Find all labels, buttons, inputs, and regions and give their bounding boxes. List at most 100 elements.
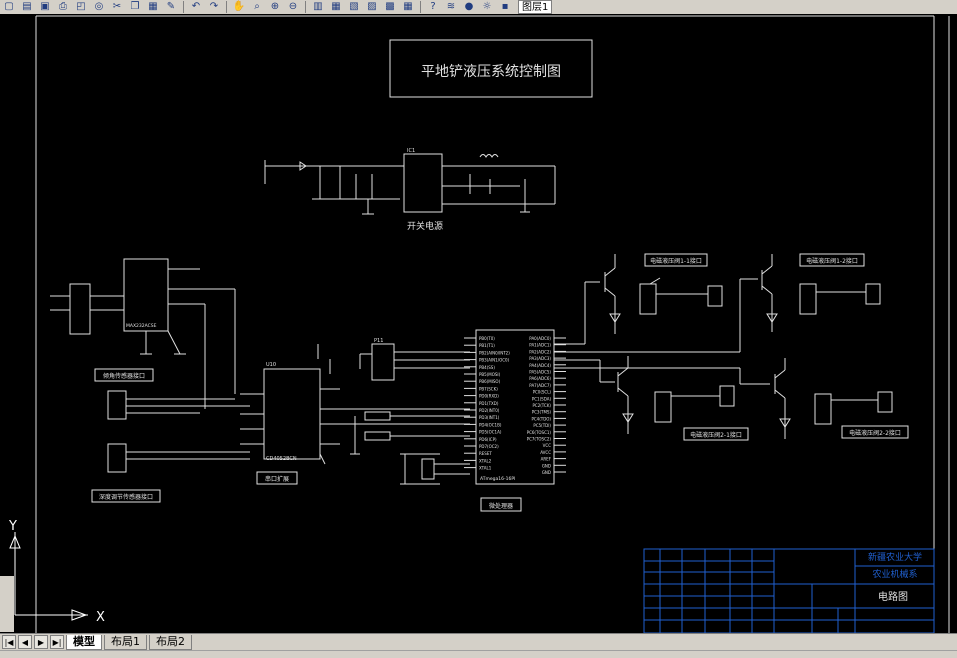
prev-tab-button[interactable]: ◀	[18, 635, 32, 649]
properties-icon[interactable]: ▥	[311, 1, 325, 13]
properties-panel-stub[interactable]	[0, 576, 14, 632]
mcu-left-pin-label: PD0(RXD)	[479, 394, 499, 399]
help-icon[interactable]: ?	[426, 1, 440, 13]
standard-toolbar: ▢ ▤ ▣ ⎙ ◰ ◎ ✂ ❐ ▦ ✎ ↶ ↷ ✋ ⌕ ⊕ ⊖ ▥ ▦ ▧ ▨ ▩ ▦? ≋ ● ☼ ▪ 图层1	[0, 0, 957, 15]
cut-icon[interactable]: ✂	[110, 1, 124, 13]
mcu-right-pin-label: PC5(TDI)	[533, 423, 551, 428]
toolbar-separator	[226, 1, 227, 13]
mcu-right-pin-label: PC0(SCL)	[533, 390, 552, 395]
first-tab-button[interactable]: |◀	[2, 635, 16, 649]
calculator-icon[interactable]: ▦	[401, 1, 415, 13]
last-tab-button[interactable]: ▶|	[50, 635, 64, 649]
toolbar-separator	[420, 1, 421, 13]
matchprop-icon[interactable]: ✎	[164, 1, 178, 13]
designcenter-icon[interactable]: ▦	[329, 1, 343, 13]
preview-icon[interactable]: ◰	[74, 1, 88, 13]
sheetset-icon[interactable]: ▨	[365, 1, 379, 13]
drawing-canvas[interactable]: 平地铲液压系统控制图 IC1 开关电源 MAX232ACSE 倾角传感器接口 深…	[0, 14, 957, 633]
max232-box	[123, 258, 169, 332]
lock-icon[interactable]: ▪	[498, 1, 512, 13]
crystal-section	[400, 453, 470, 485]
mcu-right-pin-label: PC3(TMS)	[532, 410, 552, 415]
mcu-right-pin-label: PA7(ADC7)	[529, 383, 551, 388]
mcu-left-pin-label: PB7(SCK)	[479, 386, 498, 391]
drawing-title: 平地铲液压系统控制图	[421, 64, 561, 80]
p11-label: P11	[374, 338, 383, 344]
crystal	[421, 458, 435, 480]
tab-model[interactable]: 模型	[66, 634, 102, 650]
rs232-section: MAX232ACSE	[50, 258, 236, 409]
mcu-right-pin-label: PA2(ADC2)	[529, 349, 551, 354]
mcu-right-pin-label: VCC	[543, 443, 552, 448]
new-icon[interactable]: ▢	[2, 1, 16, 13]
schematic-drawing: 平地铲液压系统控制图 IC1 开关电源 MAX232ACSE 倾角传感器接口 深…	[8, 15, 950, 633]
isp-header-section: P11	[317, 338, 470, 455]
undo-icon[interactable]: ↶	[189, 1, 203, 13]
layout-tab-bar: |◀ ◀ ▶ ▶| 模型 布局1 布局2	[0, 633, 957, 650]
paste-icon[interactable]: ▦	[146, 1, 160, 13]
sensor2-label: 深度调节传感器接口	[99, 493, 153, 501]
cd4052-label: CD4052BCN	[266, 456, 297, 462]
db9-connector	[69, 283, 91, 335]
print-icon[interactable]: ⎙	[56, 1, 70, 13]
bulb-icon[interactable]: ●	[462, 1, 476, 13]
toolpalette-icon[interactable]: ▧	[347, 1, 361, 13]
tab-layout2[interactable]: 布局2	[149, 634, 192, 650]
mcu-part-label: ATmega16-16PI	[480, 476, 515, 482]
mcu-right-pin-label: PA1(ADC1)	[529, 343, 551, 348]
toolbar-separator	[305, 1, 306, 13]
title-block-dept: 农业机械系	[872, 568, 917, 580]
zoom-realtime-icon[interactable]: ⌕	[250, 1, 264, 13]
mcu-section: ATmega16-16PI PB0(T0) PB1(T1) PB2(AIN0/INT…	[464, 329, 566, 485]
mcu-right-pin-label: PA4(ADC4)	[529, 363, 551, 368]
publish-icon[interactable]: ◎	[92, 1, 106, 13]
mcu-right-pin-label: PC7(TOSC2)	[527, 437, 552, 442]
mcu-right-pin-label: AVCC	[540, 450, 551, 455]
zoom-window-icon[interactable]: ⊕	[268, 1, 282, 13]
power-supply-label: 开关电源	[407, 220, 443, 232]
mcu-left-pin-label: XTAL1	[479, 466, 492, 471]
valve22-label: 电磁液压阀2-2接口	[849, 429, 901, 437]
sensor2-connector	[107, 443, 127, 473]
valve-driver-section: 电磁液压阀1-1接口 电磁液压阀1-2接口 电磁液压阀2-1接口 电磁液压阀2-…	[554, 253, 909, 441]
tab-layout1[interactable]: 布局1	[104, 634, 147, 650]
mcu-right-pin-label: PC6(TOSC1)	[527, 430, 552, 435]
sensor-section: 倾角传感器接口 深度调节传感器接口	[91, 368, 250, 503]
ucs-y-label: Y	[8, 519, 17, 534]
mcu-left-pin-label: PB1(T1)	[479, 343, 495, 348]
mcu-left-pin-label: PD1(TXD)	[479, 401, 499, 406]
next-tab-button[interactable]: ▶	[34, 635, 48, 649]
mcu-right-pin-label: AREF	[541, 457, 552, 462]
power-supply-section: IC1 开关电源	[264, 148, 556, 232]
max232-label: MAX232ACSE	[126, 323, 157, 329]
ucs-x-label: X	[96, 610, 105, 625]
save-icon[interactable]: ▣	[38, 1, 52, 13]
mcu-right-pin-label: PC1(SDA)	[532, 396, 552, 401]
mcu-left-pin-label: PB0(T0)	[479, 336, 495, 341]
mcu-left-pin-label: PB5(MOSI)	[479, 372, 501, 377]
pan-icon[interactable]: ✋	[232, 1, 246, 13]
sensor1-label: 倾角传感器接口	[103, 372, 145, 380]
mcu-right-pin-label: PA6(ADC6)	[529, 376, 551, 381]
mcu-right-pin-label: PC4(TDO)	[531, 416, 551, 421]
u10-label: U10	[266, 362, 276, 368]
mcu-left-pin-label: PD3(INT1)	[479, 415, 500, 420]
open-icon[interactable]: ▤	[20, 1, 34, 13]
mcu-right-pin-label: GND	[542, 463, 551, 468]
mcu-right-pin-label: PC2(TCK)	[533, 403, 552, 408]
mcu-left-pin-label: PB2(AIN0/INT2)	[479, 350, 510, 355]
sun-icon[interactable]: ☼	[480, 1, 494, 13]
valve11-label: 电磁液压阀1-1接口	[650, 257, 702, 265]
sensor1-connector	[107, 390, 127, 420]
zoom-previous-icon[interactable]: ⊖	[286, 1, 300, 13]
copy-icon[interactable]: ❐	[128, 1, 142, 13]
mcu-left-pin-label: PD5(OC1A)	[479, 430, 502, 435]
valve12-label: 电磁液压阀1-2接口	[806, 257, 858, 265]
mcu-left-pin-label: XTAL2	[479, 458, 492, 463]
layer-dropdown[interactable]: 图层1	[518, 0, 553, 14]
mcu-left-pin-label: PD2(INT0)	[479, 408, 500, 413]
layer-manager-icon[interactable]: ≋	[444, 1, 458, 13]
redo-icon[interactable]: ↷	[207, 1, 221, 13]
mcu-right-pin-label: PA5(ADC5)	[529, 370, 551, 375]
markup-icon[interactable]: ▩	[383, 1, 397, 13]
